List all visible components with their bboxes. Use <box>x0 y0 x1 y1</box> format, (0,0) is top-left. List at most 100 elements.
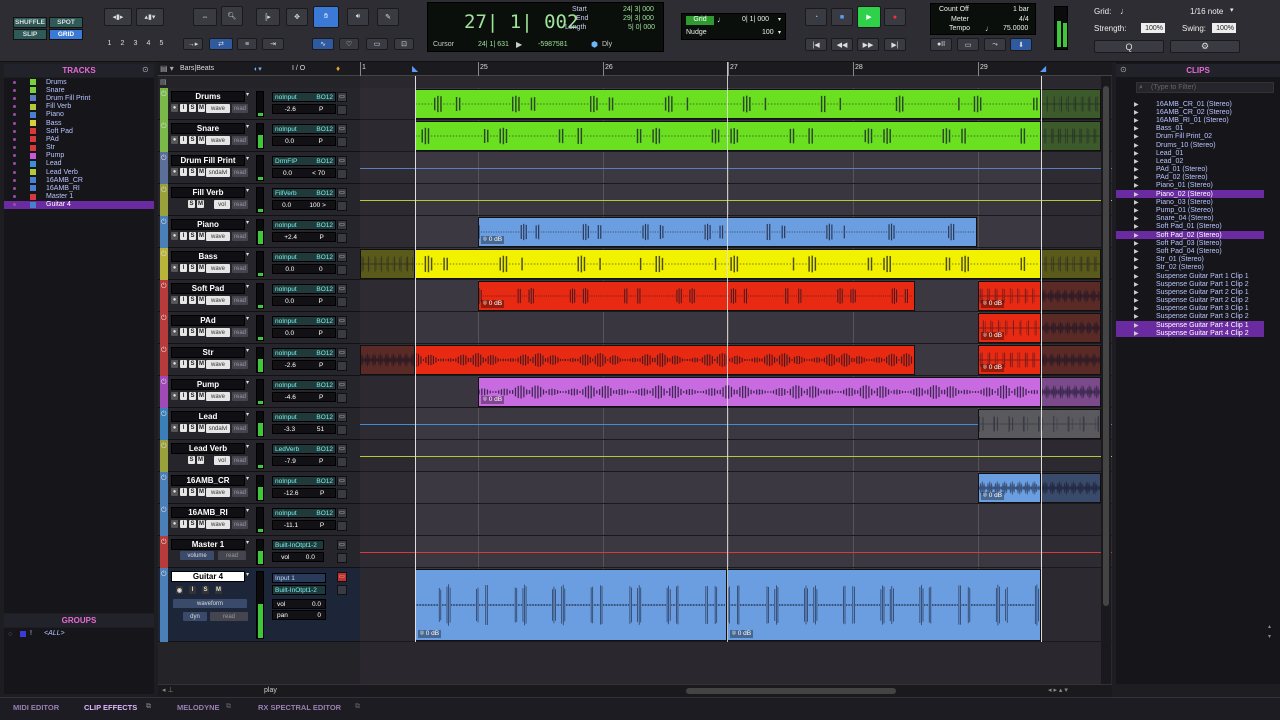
mute-button[interactable]: M <box>198 104 205 112</box>
track-name-dropdown-icon[interactable]: ▾ <box>246 507 249 514</box>
mute-button[interactable]: M <box>198 360 205 368</box>
collapse-icon[interactable]: ◂ ⊥ <box>162 686 174 694</box>
track-view-selector[interactable]: wave <box>206 392 230 401</box>
automation-line[interactable] <box>360 168 1112 169</box>
automation-mode-selector[interactable]: read <box>210 612 248 621</box>
track-view-selector[interactable]: volume <box>180 551 214 560</box>
track-insert-icon[interactable] <box>337 521 347 531</box>
track-volume-pan[interactable]: -4.6 P <box>272 392 336 402</box>
tab-detach-icon[interactable]: ⧉ <box>355 703 360 711</box>
track-name-dropdown-icon[interactable]: ▾ <box>246 539 249 546</box>
mute-button[interactable]: M <box>198 168 205 176</box>
tempo-value[interactable]: 75.0000 <box>1003 25 1028 32</box>
track-volume-pan[interactable]: -7.9 P <box>272 456 336 466</box>
track-list-item[interactable]: 16AMB_RI <box>4 184 154 192</box>
expand-triangle-icon[interactable]: ▶ <box>1134 150 1139 157</box>
grid-dropdown-icon[interactable]: ▾ <box>778 16 781 23</box>
clip-gain-label[interactable]: ⌾ 0 dB <box>981 300 1005 308</box>
clip-list-item[interactable]: ▶ Soft Pad_01 (Stereo) <box>1116 223 1264 231</box>
audio-clip[interactable]: ⌾ 0 dB <box>478 281 915 311</box>
track-name[interactable]: Snare <box>171 123 245 134</box>
track-header[interactable]: ⏻ Snare ▾ ● I S M wave read noInput BO12 0.0 P ▭ <box>158 120 360 152</box>
track-lane[interactable] <box>360 152 1112 184</box>
track-view-selector[interactable]: wave <box>206 328 230 337</box>
groups-panel-title[interactable]: GROUPS <box>4 614 154 627</box>
track-power-icon[interactable]: ⏻ <box>161 219 167 227</box>
record-enable-icon[interactable]: ● <box>171 488 178 496</box>
expand-triangle-icon[interactable]: ▶ <box>1134 264 1139 271</box>
track-power-icon[interactable]: ⏻ <box>161 507 167 515</box>
track-visibility-dot-icon[interactable] <box>13 137 16 141</box>
expand-triangle-icon[interactable]: ▶ <box>1134 232 1139 239</box>
tab-rx-spectral-editor[interactable]: RX SPECTRAL EDITOR <box>258 703 341 712</box>
trim-tool-icon[interactable]: [▸ <box>256 8 280 26</box>
track-volume-pan[interactable]: 0.0 100 > <box>272 200 336 210</box>
track-visibility-dot-icon[interactable] <box>13 162 16 166</box>
clip-list-item[interactable]: ▶ Lead_01 <box>1116 149 1264 157</box>
expand-triangle-icon[interactable]: ▶ <box>1134 256 1139 263</box>
track-insert-icon[interactable] <box>337 457 347 467</box>
track-comment-icon[interactable]: ▭ <box>337 508 347 518</box>
automation-mode-selector[interactable]: read <box>232 392 248 401</box>
track-insert-icon[interactable] <box>337 297 347 307</box>
insertion-follows-icon[interactable]: ⇥ <box>262 38 284 50</box>
tab-detach-icon[interactable]: ⧉ <box>146 703 151 711</box>
automation-line[interactable] <box>360 552 1112 553</box>
clip-gain-label[interactable]: ⌾ 0 dB <box>730 630 754 638</box>
track-volume-pan[interactable]: -2.6 P <box>272 360 336 370</box>
pencil-icon[interactable]: ✎ <box>377 8 399 26</box>
audio-clip[interactable] <box>1041 89 1101 119</box>
track-header[interactable]: ⏻ Guitar 4 ▾ ◉ I S M waveform dyn read Input 1 … <box>158 568 360 642</box>
expand-triangle-icon[interactable]: ▶ <box>1134 166 1139 173</box>
track-comment-icon[interactable]: ▭ <box>337 476 347 486</box>
zoom-vertical-icon[interactable]: ▴▮▾ <box>136 8 164 26</box>
track-name-dropdown-icon[interactable]: ▾ <box>246 571 249 578</box>
track-visibility-dot-icon[interactable] <box>13 187 16 191</box>
expand-triangle-icon[interactable]: ▶ <box>1134 297 1139 304</box>
clip-list-item[interactable]: ▶ Suspense Guitar Part 3 Clip 1 <box>1116 305 1264 313</box>
track-power-icon[interactable]: ⏻ <box>161 283 167 291</box>
mute-button[interactable]: M <box>197 200 204 208</box>
automation-mode-selector[interactable]: read <box>232 200 248 209</box>
nudge-dropdown-icon[interactable]: ▾ <box>778 29 781 36</box>
track-header[interactable]: ⏻ Pump ▾ ● I S M wave read noInput BO12 -4.6 P ▭ <box>158 376 360 408</box>
track-volume-pan[interactable]: 0.0 P <box>272 136 336 146</box>
track-volume-pan[interactable]: 0.0 0 <box>272 264 336 274</box>
track-power-icon[interactable]: ⏻ <box>161 539 167 547</box>
solo-button[interactable]: S <box>189 168 196 176</box>
zoom-preset-button[interactable]: 3 <box>131 40 140 50</box>
start-value[interactable]: 24| 3| 000 <box>623 6 654 13</box>
track-output-selector[interactable]: Built-InOtpt1-2 <box>272 585 326 595</box>
input-monitor-button[interactable]: I <box>180 296 187 304</box>
track-comment-icon[interactable]: ▭ <box>337 220 347 230</box>
scrubber-icon[interactable]: 🔊︎ <box>347 8 369 26</box>
track-insert-icon[interactable] <box>337 585 347 595</box>
track-list-item[interactable]: Lead Verb <box>4 168 154 176</box>
mute-button[interactable]: M <box>198 264 205 272</box>
solo-button[interactable]: S <box>188 456 195 464</box>
track-volume-pan[interactable]: -2.6 P <box>272 104 336 114</box>
spot-mode-button[interactable]: SPOT <box>49 17 83 28</box>
input-monitor-button[interactable]: I <box>180 104 187 112</box>
expand-triangle-icon[interactable]: ▶ <box>1134 207 1139 214</box>
track-insert-icon[interactable] <box>337 201 347 211</box>
track-visibility-dot-icon[interactable] <box>13 80 16 84</box>
clip-list-item[interactable]: ▶ Drums_10 (Stereo) <box>1116 141 1264 149</box>
track-header[interactable]: ⏻ Bass ▾ ● I S M wave read noInput BO12 0.0 0 ▭ <box>158 248 360 280</box>
automation-mode-selector[interactable]: read <box>218 551 246 560</box>
zoom-preset-button[interactable]: 2 <box>118 40 127 50</box>
loop-start-marker-icon[interactable]: ◣ <box>412 64 418 73</box>
automation-line[interactable] <box>360 456 1112 457</box>
mute-button[interactable]: M <box>198 296 205 304</box>
clip-list-item[interactable]: ▶ Soft Pad_03 (Stereo) <box>1116 239 1264 247</box>
clips-filter-input[interactable]: ⌕ (Type to Filter) <box>1136 82 1274 93</box>
vertical-scrollbar-track[interactable] <box>1101 76 1111 684</box>
clip-gain-label[interactable]: ⌾ 0 dB <box>481 236 505 244</box>
zoom-horizontal-icon[interactable]: ◂▮▸ <box>104 8 132 26</box>
scroll-arrows-icon[interactable]: ◂ ▸ ▴ ▾ <box>1048 686 1068 694</box>
midi-merge-icon[interactable]: ▭ <box>957 38 979 51</box>
track-lane[interactable] <box>360 248 1112 280</box>
track-io-selector[interactable]: LedVerb BO12 <box>272 444 336 454</box>
track-name[interactable]: Guitar 4 <box>171 571 245 582</box>
track-name[interactable]: 16AMB_CR <box>171 475 245 486</box>
